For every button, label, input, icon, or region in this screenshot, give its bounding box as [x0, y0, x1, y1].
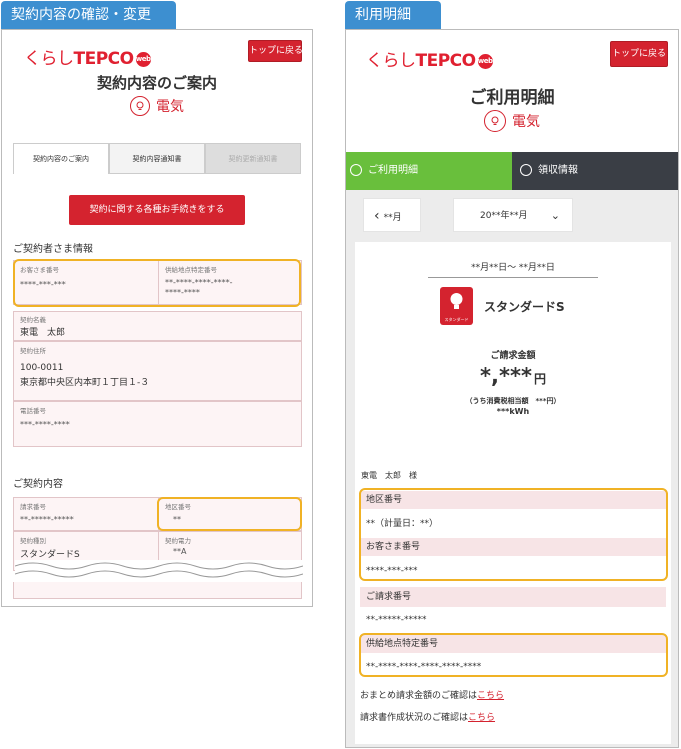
highlight-customer-supply [13, 259, 301, 307]
tab-contract-notice[interactable]: 契約内容通知書 [109, 143, 205, 174]
logo-tepco-text-right: TEPCO [415, 51, 477, 71]
billing-amount-label: ご請求金額 [490, 351, 536, 361]
logo-web-badge-right: web [477, 53, 493, 69]
right-phone-screen: くらしTEPCO web トップに戻る ご利用明細 電気 ご利用明細 領収情報 ‹… [345, 29, 679, 748]
energy-label-right: 電気 [512, 114, 540, 130]
contract-address-cell: 契約住所 100-0011 東京都中央区内本町１丁目１-３ [13, 341, 302, 401]
month-select-value: 20**年**月 [480, 211, 528, 221]
tab-usage-details[interactable]: ご利用明細 [346, 152, 512, 190]
phone-number-value: ***-****-**** [20, 420, 70, 429]
contract-power-label: 契約電力 [165, 537, 191, 545]
contract-address-zip: 100-0011 [20, 363, 64, 373]
logo-kurashi-text: くらし [24, 49, 74, 69]
tab-receipt-info[interactable]: 領収情報 [512, 152, 678, 190]
contract-tabs: 契約内容のご案内 契約内容通知書 契約更新通知書 [13, 143, 301, 174]
contract-address-value: 東京都中央区内本町１丁目１-３ [20, 378, 150, 388]
prev-month-label: **月 [383, 213, 402, 223]
cut-wave-divider [15, 560, 303, 584]
top-return-button-right[interactable]: トップに戻る [610, 41, 668, 67]
left-section-tag: 契約内容の確認・変更 [1, 1, 176, 29]
billing-number-value-row: **-*****-***** [366, 615, 427, 625]
energy-label: 電気 [156, 99, 184, 115]
plan-icon: スタンダード [440, 287, 473, 325]
highlight-area-number [157, 497, 302, 531]
usage-title: ご利用明細 [469, 88, 555, 108]
lightbulb-icon-right [484, 110, 506, 132]
plan-name: スタンダードS [484, 300, 565, 314]
contract-name-value: 東電 太郎 [20, 328, 66, 338]
prev-month-button[interactable]: ‹ **月 [363, 198, 421, 232]
highlight-supply-point [359, 633, 668, 677]
billing-amount-value: *,*** [480, 364, 532, 388]
contract-type-label: 契約種別 [20, 537, 46, 545]
phone-number-cell: 電話番号 ***-****-**** [13, 401, 302, 447]
invoice-status-line: 請求書作成状況のご確認はこちら [360, 710, 495, 723]
kurashi-tepco-logo-right[interactable]: くらしTEPCO web [366, 46, 493, 71]
kurashi-tepco-logo[interactable]: くらしTEPCO web [24, 44, 151, 69]
billing-number-value: **-*****-***** [20, 515, 74, 524]
top-return-button[interactable]: トップに戻る [248, 40, 303, 62]
logo-kurashi-text-right: くらし [366, 51, 416, 71]
month-select[interactable]: 20**年**月 ⌄ [453, 198, 573, 232]
contractor-info-heading: ご契約者さま情報 [13, 244, 93, 255]
energy-type-right: 電気 [346, 110, 678, 132]
usage-kwh: ***kWh [496, 407, 530, 416]
contract-name-cell: 契約名義 東電 太郎 [13, 311, 302, 341]
billing-number-label-row: ご請求番号 [360, 587, 666, 607]
invoice-status-link[interactable]: こちら [468, 713, 495, 723]
contract-power-value: **A [173, 547, 187, 556]
summary-billing-text: おまとめ請求金額のご確認は [360, 691, 478, 701]
contract-table-continuation [13, 582, 302, 599]
invoice-status-text: 請求書作成状況のご確認は [360, 713, 469, 723]
left-phone-screen: くらしTEPCO web トップに戻る 契約内容のご案内 電気 契約内容のご案内 … [1, 29, 313, 607]
billing-amount: *,*** 円 [346, 364, 678, 388]
page-title: 契約内容のご案内 [96, 74, 217, 92]
plan-icon-label: スタンダード [444, 317, 469, 322]
tab-receipt-label: 領収情報 [538, 165, 578, 176]
contract-details-heading: ご契約内容 [13, 479, 63, 490]
contract-procedure-button[interactable]: 契約に関する各種お手続きをする [69, 195, 245, 225]
tax-note: （うち消費税相当額 ***円） [465, 397, 561, 405]
contract-name-label: 契約名義 [20, 316, 46, 324]
tab-usage-label: ご利用明細 [368, 165, 418, 176]
receipt-icon [520, 164, 532, 176]
chevron-down-icon: ⌄ [550, 209, 560, 222]
tab-contract-info[interactable]: 契約内容のご案内 [13, 143, 109, 174]
billing-number-cell: 請求番号 **-*****-***** [13, 497, 159, 531]
plan-lightbulb-icon [450, 293, 463, 309]
contract-type-value: スタンダードS [20, 550, 80, 560]
customer-name: 東電 太郎 様 [361, 471, 417, 480]
tab-renewal-notice: 契約更新通知書 [205, 143, 301, 174]
document-icon [350, 164, 362, 176]
energy-type: 電気 [2, 96, 312, 116]
chevron-left-icon: ‹ [374, 208, 380, 224]
billing-period: **月**日～ **月**日 [428, 260, 598, 278]
summary-billing-line: おまとめ請求金額のご確認はこちら [360, 688, 504, 701]
contract-address-label: 契約住所 [20, 347, 46, 355]
yen-unit: 円 [533, 372, 546, 386]
highlight-area-customer [359, 488, 668, 581]
billing-number-label: 請求番号 [20, 503, 46, 511]
logo-web-badge: web [135, 51, 151, 67]
phone-number-label: 電話番号 [20, 407, 46, 415]
right-section-tag: 利用明細 [345, 1, 441, 29]
lightbulb-icon [130, 96, 150, 116]
summary-billing-link[interactable]: こちら [477, 691, 504, 701]
logo-tepco-text: TEPCO [73, 49, 135, 69]
